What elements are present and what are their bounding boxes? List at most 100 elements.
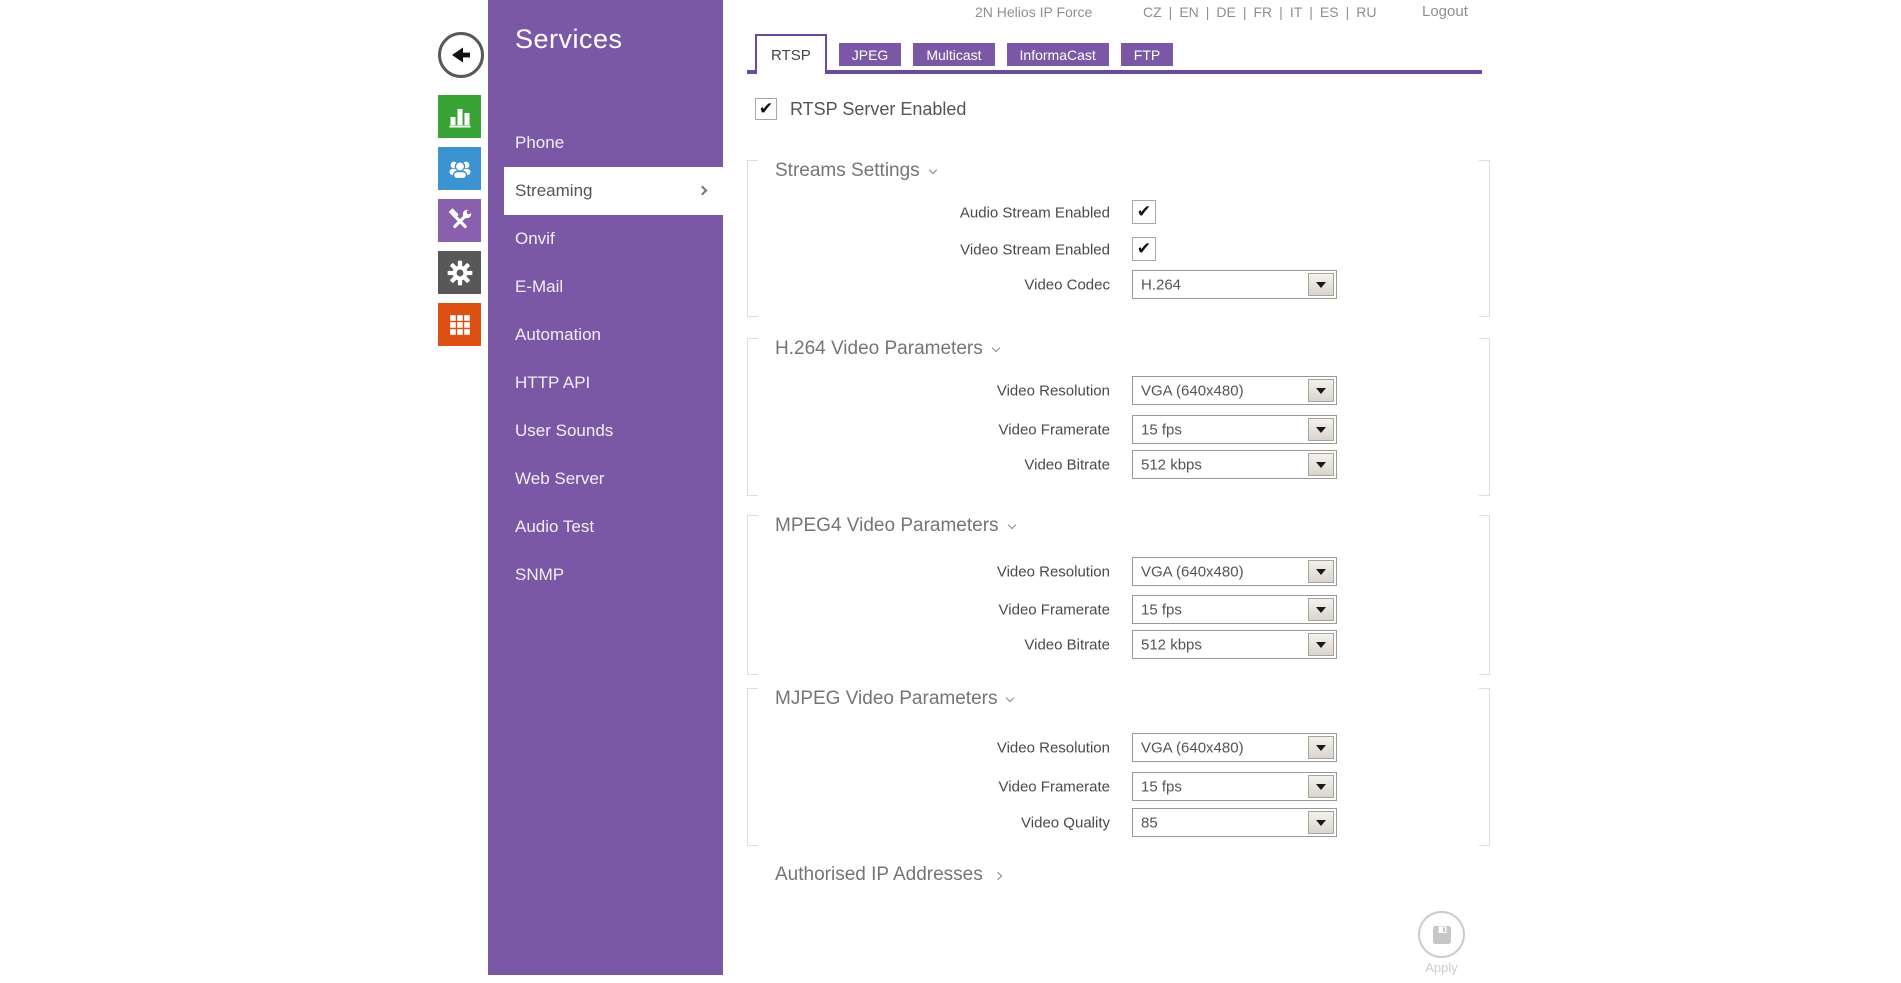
lang-en[interactable]: EN: [1179, 4, 1198, 20]
tab-bar: RTSP JPEG Multicast InformaCast FTP: [747, 32, 1482, 74]
select-value: VGA (640x480): [1141, 382, 1244, 399]
grid-icon: [447, 312, 473, 338]
sidebar-item-user-sounds[interactable]: User Sounds: [488, 407, 723, 455]
mpeg4-video-bitrate-select[interactable]: 512 kbps: [1132, 630, 1337, 659]
dropdown-arrow-icon[interactable]: [1308, 736, 1334, 759]
tab-informacast[interactable]: InformaCast: [1007, 43, 1109, 66]
directory-tile[interactable]: [438, 147, 481, 190]
sidebar-item-onvif[interactable]: Onvif: [488, 215, 723, 263]
audio-stream-enabled-checkbox[interactable]: ✔: [1132, 200, 1156, 224]
section-title[interactable]: MJPEG Video Parameters: [775, 688, 1013, 710]
select-value: 15 fps: [1141, 421, 1182, 438]
lang-fr[interactable]: FR: [1254, 4, 1273, 20]
sidebar-item-phone[interactable]: Phone: [488, 119, 723, 167]
select-value: 15 fps: [1141, 601, 1182, 618]
dropdown-arrow-icon[interactable]: [1308, 453, 1334, 476]
field-row: Video Resolution VGA (640x480): [747, 376, 1490, 405]
tab-jpeg[interactable]: JPEG: [839, 43, 902, 66]
sidebar-item-label: Audio Test: [515, 517, 594, 536]
section-mjpeg-video-parameters: MJPEG Video Parameters Video Resolution …: [747, 688, 1490, 846]
select-value: VGA (640x480): [1141, 739, 1244, 756]
section-h264-video-parameters: H.264 Video Parameters Video Resolution …: [747, 338, 1490, 496]
section-authorised-ip-addresses[interactable]: Authorised IP Addresses: [747, 864, 1001, 886]
dropdown-arrow-icon[interactable]: [1308, 633, 1334, 656]
section-streams-settings: Streams Settings Audio Stream Enabled ✔ …: [747, 160, 1490, 317]
bar-chart-icon: [447, 104, 473, 130]
section-title[interactable]: H.264 Video Parameters: [775, 338, 999, 360]
lang-separator: |: [1206, 4, 1210, 20]
rtsp-server-enabled-checkbox[interactable]: ✔: [755, 98, 777, 120]
section-mpeg4-video-parameters: MPEG4 Video Parameters Video Resolution …: [747, 515, 1490, 675]
mpeg4-video-framerate-select[interactable]: 15 fps: [1132, 595, 1337, 624]
field-row: Video Bitrate 512 kbps: [747, 450, 1490, 479]
h264-video-framerate-select[interactable]: 15 fps: [1132, 415, 1337, 444]
dropdown-arrow-icon[interactable]: [1308, 418, 1334, 441]
tab-ftp[interactable]: FTP: [1121, 43, 1173, 66]
sidebar: Services Phone Streaming Onvif E-Mail Au…: [488, 0, 723, 975]
video-codec-select[interactable]: H.264: [1132, 270, 1337, 299]
hardware-tile[interactable]: [438, 199, 481, 242]
field-label: Video Bitrate: [747, 456, 1110, 473]
rtsp-server-enabled-row: ✔ RTSP Server Enabled: [755, 98, 966, 120]
dropdown-arrow-icon[interactable]: [1308, 560, 1334, 583]
sidebar-item-audio-test[interactable]: Audio Test: [488, 503, 723, 551]
apply-button[interactable]: [1418, 911, 1465, 958]
system-tile[interactable]: [438, 251, 481, 294]
dropdown-arrow-icon[interactable]: [1308, 811, 1334, 834]
gear-icon: [446, 259, 474, 287]
h264-video-resolution-select[interactable]: VGA (640x480): [1132, 376, 1337, 405]
h264-video-bitrate-select[interactable]: 512 kbps: [1132, 450, 1337, 479]
rtsp-server-enabled-label: RTSP Server Enabled: [790, 99, 966, 120]
sidebar-item-automation[interactable]: Automation: [488, 311, 723, 359]
back-arrow-icon: [448, 42, 474, 68]
field-label: Video Resolution: [747, 382, 1110, 399]
lang-ru[interactable]: RU: [1356, 4, 1376, 20]
section-title[interactable]: Streams Settings: [775, 160, 936, 182]
field-row: Video Quality 85: [747, 808, 1490, 837]
sidebar-item-snmp[interactable]: SNMP: [488, 551, 723, 599]
mjpeg-video-quality-select[interactable]: 85: [1132, 808, 1337, 837]
logout-link[interactable]: Logout: [1422, 3, 1468, 20]
sidebar-item-http-api[interactable]: HTTP API: [488, 359, 723, 407]
lang-de[interactable]: DE: [1216, 4, 1235, 20]
select-value: H.264: [1141, 276, 1181, 293]
tab-rtsp[interactable]: RTSP: [755, 34, 827, 74]
dropdown-arrow-icon[interactable]: [1308, 598, 1334, 621]
dropdown-arrow-icon[interactable]: [1308, 273, 1334, 296]
back-button[interactable]: [438, 32, 484, 78]
select-value: 85: [1141, 814, 1158, 831]
dropdown-arrow-icon[interactable]: [1308, 379, 1334, 402]
sidebar-item-email[interactable]: E-Mail: [488, 263, 723, 311]
checkmark-icon: ✔: [1137, 202, 1151, 222]
field-label: Video Quality: [747, 814, 1110, 831]
mjpeg-video-framerate-select[interactable]: 15 fps: [1132, 772, 1337, 801]
dropdown-arrow-icon[interactable]: [1308, 775, 1334, 798]
sidebar-item-streaming[interactable]: Streaming: [504, 167, 723, 215]
services-tile[interactable]: [438, 303, 481, 346]
language-bar: CZ| EN| DE| FR| IT| ES| RU: [1143, 4, 1376, 20]
tools-icon: [447, 208, 473, 234]
field-label: Video Framerate: [747, 421, 1110, 438]
select-value: 512 kbps: [1141, 456, 1202, 473]
sidebar-menu: Phone Streaming Onvif E-Mail Automation …: [488, 119, 723, 599]
lang-it[interactable]: IT: [1290, 4, 1302, 20]
lang-es[interactable]: ES: [1320, 4, 1339, 20]
select-value: VGA (640x480): [1141, 563, 1244, 580]
field-label: Video Resolution: [747, 563, 1110, 580]
nav-icon-column: [438, 95, 481, 346]
sidebar-item-web-server[interactable]: Web Server: [488, 455, 723, 503]
sidebar-item-label: Web Server: [515, 469, 604, 488]
lang-cz[interactable]: CZ: [1143, 4, 1162, 20]
field-row: Video Framerate 15 fps: [747, 415, 1490, 444]
checkmark-icon: ✔: [759, 99, 773, 119]
section-title[interactable]: MPEG4 Video Parameters: [775, 515, 1015, 537]
sidebar-item-label: Automation: [515, 325, 601, 344]
mpeg4-video-resolution-select[interactable]: VGA (640x480): [1132, 557, 1337, 586]
video-stream-enabled-checkbox[interactable]: ✔: [1132, 237, 1156, 261]
field-label: Video Framerate: [747, 778, 1110, 795]
sidebar-item-label: Phone: [515, 133, 564, 152]
mjpeg-video-resolution-select[interactable]: VGA (640x480): [1132, 733, 1337, 762]
tab-multicast[interactable]: Multicast: [913, 43, 994, 66]
field-row: Audio Stream Enabled ✔: [747, 198, 1490, 227]
status-tile[interactable]: [438, 95, 481, 138]
